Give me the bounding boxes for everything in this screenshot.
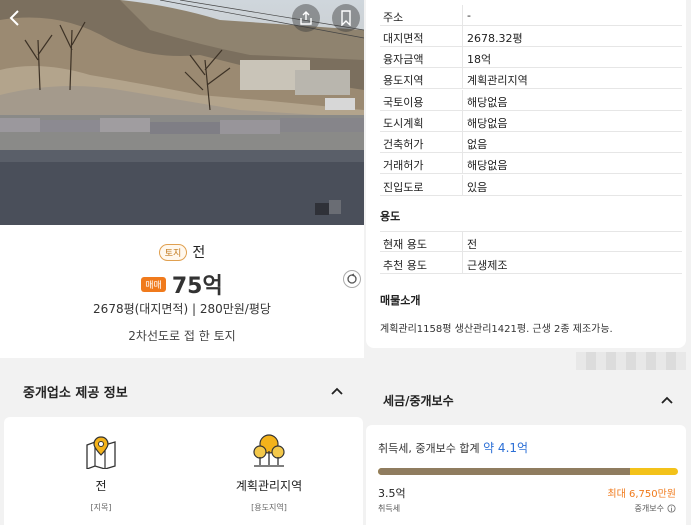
- agent-info-card: 전 [지목] 계획관리지역 [용도지역]: [4, 417, 363, 525]
- tax-sum-value: 약 4.1억: [483, 441, 529, 455]
- intro-section-title: 매물소개: [380, 294, 421, 307]
- zoning-value: 계획관리지역: [235, 479, 303, 493]
- tax-section-title: 세금/중개보수: [383, 394, 454, 408]
- chevron-up-icon[interactable]: [660, 393, 674, 407]
- zoning-item: 계획관리지역 [용도지역]: [184, 431, 354, 513]
- acq-tax-bar-fill: [378, 468, 630, 475]
- info-icon[interactable]: [667, 504, 676, 513]
- usage-row: 추천 용도 근생제조: [380, 253, 682, 274]
- agent-section-title: 중개업소 제공 정보: [23, 386, 128, 401]
- price-row: 매매 75억: [0, 268, 364, 300]
- chevron-left-icon: [9, 10, 19, 26]
- map-pin-icon: [86, 436, 116, 469]
- fee-label: 중개보수: [634, 504, 664, 513]
- refresh-icon: [347, 273, 357, 284]
- blurred-watermark: [576, 352, 686, 370]
- info-row: 진입도로 있음: [380, 175, 682, 196]
- floating-action-button[interactable]: [343, 270, 361, 288]
- land-category-value: 전: [95, 479, 107, 493]
- category-badge: 토지: [158, 243, 188, 261]
- listing-description: 2차선도로 접 한 토지: [128, 329, 236, 343]
- tax-card: 취득세, 중개보수 합계 약 4.1억 3.5억 취득세 최대 6,750만원 …: [366, 425, 686, 525]
- price: 75억: [171, 274, 223, 299]
- info-row: 국토이용 해당없음: [380, 90, 682, 111]
- bookmark-icon: [341, 10, 351, 26]
- tax-section-header[interactable]: 세금/중개보수: [366, 380, 691, 420]
- info-row: 건축허가 없음: [380, 132, 682, 153]
- info-row: 주소 -: [380, 5, 682, 26]
- tax-sum-label: 취득세, 중개보수 합계: [378, 442, 480, 455]
- app-root: 토지 전 매매 75억 2678평(대지면적) | 280만원/평당 2차선도로…: [0, 0, 691, 525]
- zoning-label: [용도지역]: [251, 503, 287, 512]
- back-button[interactable]: [4, 6, 24, 30]
- deal-type-badge: 매매: [141, 276, 166, 292]
- tax-bar: [378, 468, 678, 475]
- land-category-label: [지목]: [90, 503, 112, 512]
- area-price-detail: 2678평(대지면적) | 280만원/평당: [93, 302, 271, 316]
- category-name: 전: [192, 245, 206, 261]
- share-icon: [300, 11, 312, 25]
- agent-section-header[interactable]: 중개업소 제공 정보: [0, 365, 364, 415]
- category-row: 토지 전: [0, 242, 364, 262]
- listing-panel: 토지 전 매매 75억 2678평(대지면적) | 280만원/평당 2차선도로…: [0, 0, 364, 525]
- land-category-item: 전 [지목]: [16, 431, 186, 513]
- info-row: 용도지역 계획관리지역: [380, 68, 682, 89]
- intro-text: 계획관리1158평 생산관리1421평. 근생 2종 제조가능.: [380, 324, 613, 335]
- info-row: 도시계획 해당없음: [380, 111, 682, 132]
- info-row: 대지면적 2678.32평: [380, 26, 682, 47]
- listing-summary: 토지 전 매매 75억 2678평(대지면적) | 280만원/평당 2차선도로…: [0, 225, 364, 358]
- share-button[interactable]: [292, 4, 320, 32]
- chevron-up-icon[interactable]: [330, 384, 344, 398]
- property-info-card: 주소 - 대지면적 2678.32평 융자금액 18억 용도지역 계획관리지역 국토이용…: [366, 0, 686, 348]
- listing-photo[interactable]: [0, 0, 364, 225]
- bookmark-button[interactable]: [332, 4, 360, 32]
- info-row: 융자금액 18억: [380, 47, 682, 68]
- info-row: 거래허가 해당없음: [380, 153, 682, 174]
- acq-tax-label: 취득세: [378, 504, 401, 513]
- usage-section-title: 용도: [380, 210, 401, 223]
- fee-value: 최대 6,750만원: [607, 489, 676, 500]
- tax-sum: 취득세, 중개보수 합계 약 4.1억: [378, 439, 528, 456]
- fee-label-row: 중개보수: [635, 503, 676, 514]
- usage-row: 현재 용도 전: [380, 231, 682, 253]
- trees-icon: [253, 434, 285, 467]
- acq-tax-value: 3.5억: [378, 487, 406, 500]
